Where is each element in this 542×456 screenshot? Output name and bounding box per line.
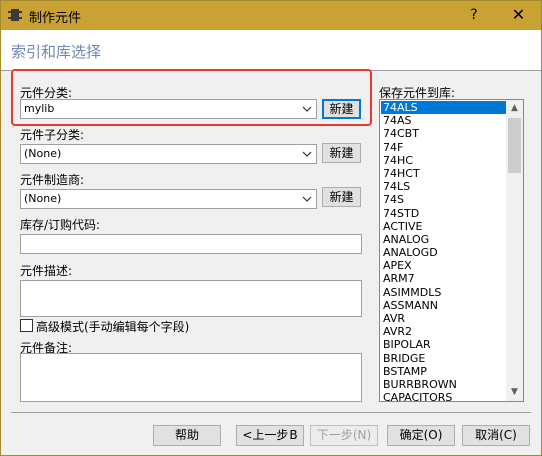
scroll-up-icon[interactable]: ▲ xyxy=(506,100,523,117)
subcategory-new-button[interactable]: 新建 xyxy=(322,143,361,163)
dialog-header: 索引和库选择 xyxy=(1,30,541,70)
make-device-dialog: 制作元件 ? ✕ 索引和库选择 元件分类: mylib 新建 元件子分类: (N… xyxy=(0,0,542,456)
back-button[interactable]: <上一步B xyxy=(236,425,304,446)
manufacturer-value: (None) xyxy=(24,192,62,205)
library-item[interactable]: 74F xyxy=(381,141,506,154)
library-item[interactable]: BRIDGE xyxy=(381,352,506,365)
subcategory-select[interactable]: (None) xyxy=(20,144,317,164)
library-item[interactable]: 74CBT xyxy=(381,127,506,140)
library-items: 74ALS 74AS 74CBT 74F 74HC 74HCT 74LS 74S 74STD AC… xyxy=(381,101,506,401)
help-button[interactable]: 帮助 xyxy=(153,425,221,446)
library-item[interactable]: BIPOLAR xyxy=(381,338,506,351)
description-label: 元件描述: xyxy=(20,264,73,278)
library-item[interactable]: BURRBROWN xyxy=(381,378,506,391)
library-item[interactable]: AVR xyxy=(381,312,506,325)
ok-button[interactable]: 确定(O) xyxy=(387,425,455,446)
chevron-down-icon xyxy=(302,196,312,202)
library-item[interactable]: 74HC xyxy=(381,154,506,167)
stock-code-input[interactable] xyxy=(20,234,362,254)
category-select[interactable]: mylib xyxy=(20,99,317,119)
library-item[interactable]: 74AS xyxy=(381,114,506,127)
notes-input[interactable] xyxy=(20,353,362,402)
advanced-mode-checkbox[interactable] xyxy=(20,319,33,332)
scroll-thumb[interactable] xyxy=(508,118,521,173)
chevron-down-icon xyxy=(302,106,312,112)
footer-divider xyxy=(11,412,531,413)
back-button-mnemonic: B xyxy=(289,428,298,442)
library-item[interactable]: 74S xyxy=(381,193,506,206)
library-item[interactable]: 74HCT xyxy=(381,167,506,180)
page-heading: 索引和库选择 xyxy=(11,43,102,61)
category-new-button[interactable]: 新建 xyxy=(322,99,361,119)
library-item[interactable]: BSTAMP xyxy=(381,365,506,378)
library-item[interactable]: ARM7 xyxy=(381,272,506,285)
window-title: 制作元件 xyxy=(29,11,82,26)
description-input[interactable] xyxy=(20,280,362,317)
subcategory-value: (None) xyxy=(24,147,62,160)
library-item[interactable]: ASSMANN xyxy=(381,299,506,312)
close-icon[interactable]: ✕ xyxy=(496,1,541,30)
library-scrollbar[interactable]: ▲ ▼ xyxy=(506,100,523,401)
cancel-button[interactable]: 取消(C) xyxy=(462,425,530,446)
library-item[interactable]: APEX xyxy=(381,259,506,272)
chevron-down-icon xyxy=(302,151,312,157)
category-value: mylib xyxy=(24,102,55,115)
subcategory-label: 元件子分类: xyxy=(20,128,85,142)
help-icon[interactable]: ? xyxy=(454,1,494,30)
next-button[interactable]: 下一步(N) xyxy=(310,425,378,446)
library-item[interactable]: ACTIVE xyxy=(381,220,506,233)
manufacturer-new-button[interactable]: 新建 xyxy=(322,187,361,207)
library-item[interactable]: 74STD xyxy=(381,207,506,220)
library-item[interactable]: ASIMMDLS xyxy=(381,286,506,299)
advanced-mode-label: 高级模式(手动编辑每个字段) xyxy=(36,320,190,334)
title-bar: 制作元件 ? ✕ xyxy=(1,1,541,30)
back-button-label: <上一步 xyxy=(242,428,289,442)
library-item[interactable]: AVR2 xyxy=(381,325,506,338)
library-item[interactable]: ANALOGD xyxy=(381,246,506,259)
app-icon xyxy=(8,9,22,21)
library-listbox[interactable]: 74ALS 74AS 74CBT 74F 74HC 74HCT 74LS 74S 74STD AC… xyxy=(379,99,524,402)
manufacturer-label: 元件制造商: xyxy=(20,173,85,187)
library-item[interactable]: 74ALS xyxy=(381,101,506,115)
library-item[interactable]: 74LS xyxy=(381,180,506,193)
manufacturer-select[interactable]: (None) xyxy=(20,189,317,209)
library-item[interactable]: ANALOG xyxy=(381,233,506,246)
library-item[interactable]: CAPACITORS xyxy=(381,391,506,401)
stock-code-label: 库存/订购代码: xyxy=(20,218,101,232)
scroll-down-icon[interactable]: ▼ xyxy=(506,384,523,401)
